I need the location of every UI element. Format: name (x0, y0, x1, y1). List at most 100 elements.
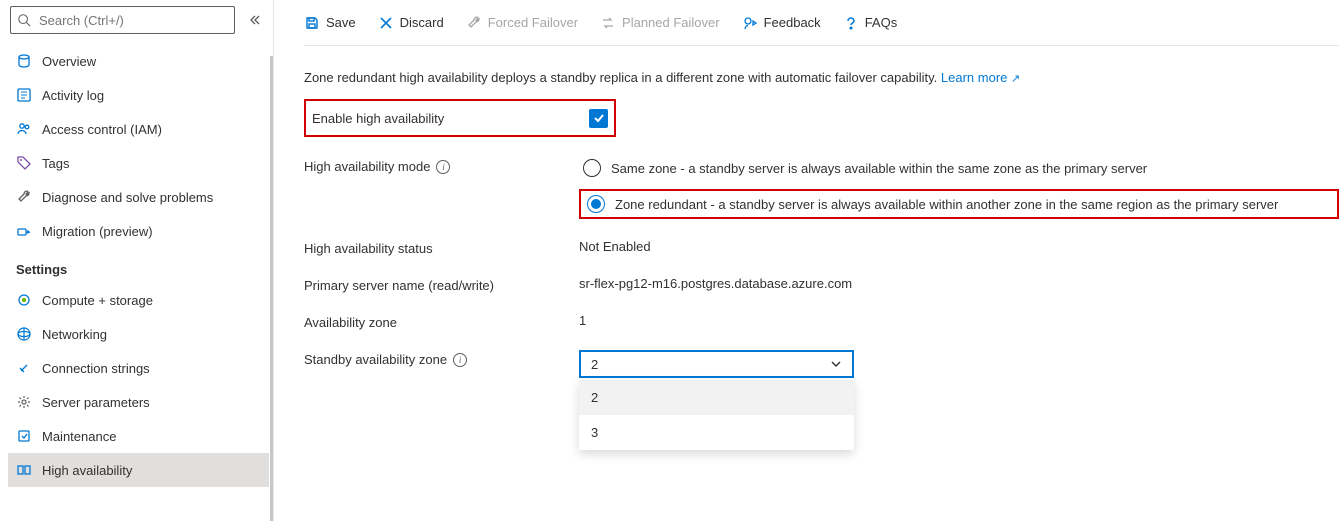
toolbar: Save Discard Forced Failover Planned Fai… (304, 0, 1339, 46)
standby-az-label: Standby availability zone i (304, 350, 579, 367)
faqs-button[interactable]: FAQs (843, 15, 898, 31)
az-row: Availability zone 1 (304, 303, 1339, 340)
standby-az-row: Standby availability zone i 2 2 3 (304, 340, 1339, 388)
ha-status-value: Not Enabled (579, 239, 651, 254)
external-link-icon: ↗ (1011, 73, 1020, 85)
enable-ha-row: Enable high availability (304, 99, 616, 137)
sidebar-item-diagnose[interactable]: Diagnose and solve problems (8, 180, 269, 214)
chevron-double-left-icon (249, 14, 261, 26)
toolbar-label: FAQs (865, 15, 898, 30)
radio-label: Same zone - a standby server is always a… (611, 161, 1147, 176)
sidebar-item-activity-log[interactable]: Activity log (8, 78, 269, 112)
globe-icon (16, 326, 32, 342)
ha-icon (16, 462, 32, 478)
info-icon[interactable]: i (436, 160, 450, 174)
radio-icon (583, 159, 601, 177)
toolbar-label: Forced Failover (488, 15, 578, 30)
nav-label: Maintenance (42, 429, 116, 444)
toolbar-label: Feedback (764, 15, 821, 30)
enable-ha-label: Enable high availability (312, 111, 589, 126)
select-value: 2 (591, 357, 598, 372)
nav-label: Activity log (42, 88, 104, 103)
enable-ha-checkbox[interactable] (589, 109, 608, 128)
info-icon[interactable]: i (453, 353, 467, 367)
ha-status-row: High availability status Not Enabled (304, 229, 1339, 266)
forced-failover-button: Forced Failover (466, 15, 578, 31)
people-icon (16, 121, 32, 137)
primary-name-row: Primary server name (read/write) sr-flex… (304, 266, 1339, 303)
sidebar-item-server-parameters[interactable]: Server parameters (8, 385, 269, 419)
ha-status-label: High availability status (304, 239, 579, 256)
nav-label: Overview (42, 54, 96, 69)
maintenance-icon (16, 428, 32, 444)
select-option[interactable]: 2 (579, 380, 854, 415)
primary-name-label: Primary server name (read/write) (304, 276, 579, 293)
nav-label: Server parameters (42, 395, 150, 410)
sidebar-collapse-button[interactable] (243, 8, 267, 32)
ha-mode-radio-group: Same zone - a standby server is always a… (579, 157, 1339, 219)
gear-icon (16, 394, 32, 410)
standby-az-dropdown: 2 3 (579, 380, 854, 450)
radio-same-zone[interactable]: Same zone - a standby server is always a… (579, 157, 1339, 179)
nav-label: Tags (42, 156, 69, 171)
wrench-icon (16, 189, 32, 205)
planned-failover-button: Planned Failover (600, 15, 720, 31)
ha-mode-row: High availability mode i Same zone - a s… (304, 147, 1339, 229)
discard-button[interactable]: Discard (378, 15, 444, 31)
save-icon (304, 15, 320, 31)
save-button[interactable]: Save (304, 15, 356, 31)
sidebar-item-compute-storage[interactable]: Compute + storage (8, 283, 269, 317)
standby-az-select-wrap: 2 2 3 (579, 350, 854, 378)
description-line: Zone redundant high availability deploys… (304, 70, 1339, 85)
tag-icon (16, 155, 32, 171)
nav-label: Connection strings (42, 361, 150, 376)
select-option[interactable]: 3 (579, 415, 854, 450)
help-icon (843, 15, 859, 31)
sidebar-item-networking[interactable]: Networking (8, 317, 269, 351)
sidebar-item-tags[interactable]: Tags (8, 146, 269, 180)
feedback-button[interactable]: Feedback (742, 15, 821, 31)
toolbar-label: Planned Failover (622, 15, 720, 30)
nav-label: Diagnose and solve problems (42, 190, 213, 205)
search-row (8, 0, 269, 44)
swap-icon (600, 15, 616, 31)
az-value: 1 (579, 313, 586, 328)
settings-heading: Settings (8, 248, 269, 283)
close-icon (378, 15, 394, 31)
main-panel: Save Discard Forced Failover Planned Fai… (274, 0, 1339, 521)
search-input[interactable] (37, 12, 228, 29)
sidebar-item-overview[interactable]: Overview (8, 44, 269, 78)
search-icon (17, 13, 31, 27)
nav-label: High availability (42, 463, 132, 478)
scrollbar[interactable] (270, 56, 273, 521)
check-icon (593, 112, 605, 124)
nav-label: Migration (preview) (42, 224, 153, 239)
sidebar-item-access-control[interactable]: Access control (IAM) (8, 112, 269, 146)
sidebar-item-maintenance[interactable]: Maintenance (8, 419, 269, 453)
log-icon (16, 87, 32, 103)
plug-icon (16, 360, 32, 376)
nav-label: Compute + storage (42, 293, 153, 308)
nav-label: Access control (IAM) (42, 122, 162, 137)
standby-az-select[interactable]: 2 (579, 350, 854, 378)
toolbar-label: Save (326, 15, 356, 30)
sidebar: Overview Activity log Access control (IA… (0, 0, 274, 521)
learn-more-link[interactable]: Learn more ↗ (941, 70, 1020, 85)
migration-icon (16, 223, 32, 239)
primary-name-value: sr-flex-pg12-m16.postgres.database.azure… (579, 276, 852, 291)
content: Zone redundant high availability deploys… (304, 46, 1339, 388)
radio-zone-redundant[interactable]: Zone redundant - a standby server is alw… (579, 189, 1339, 219)
sidebar-item-high-availability[interactable]: High availability (8, 453, 269, 487)
failover-icon (466, 15, 482, 31)
description-text: Zone redundant high availability deploys… (304, 70, 937, 85)
sidebar-item-migration[interactable]: Migration (preview) (8, 214, 269, 248)
ha-mode-label: High availability mode i (304, 157, 579, 174)
radio-label: Zone redundant - a standby server is alw… (615, 197, 1278, 212)
sidebar-item-connection-strings[interactable]: Connection strings (8, 351, 269, 385)
toolbar-label: Discard (400, 15, 444, 30)
search-box[interactable] (10, 6, 235, 34)
az-label: Availability zone (304, 313, 579, 330)
compute-icon (16, 292, 32, 308)
chevron-down-icon (830, 358, 842, 370)
feedback-icon (742, 15, 758, 31)
